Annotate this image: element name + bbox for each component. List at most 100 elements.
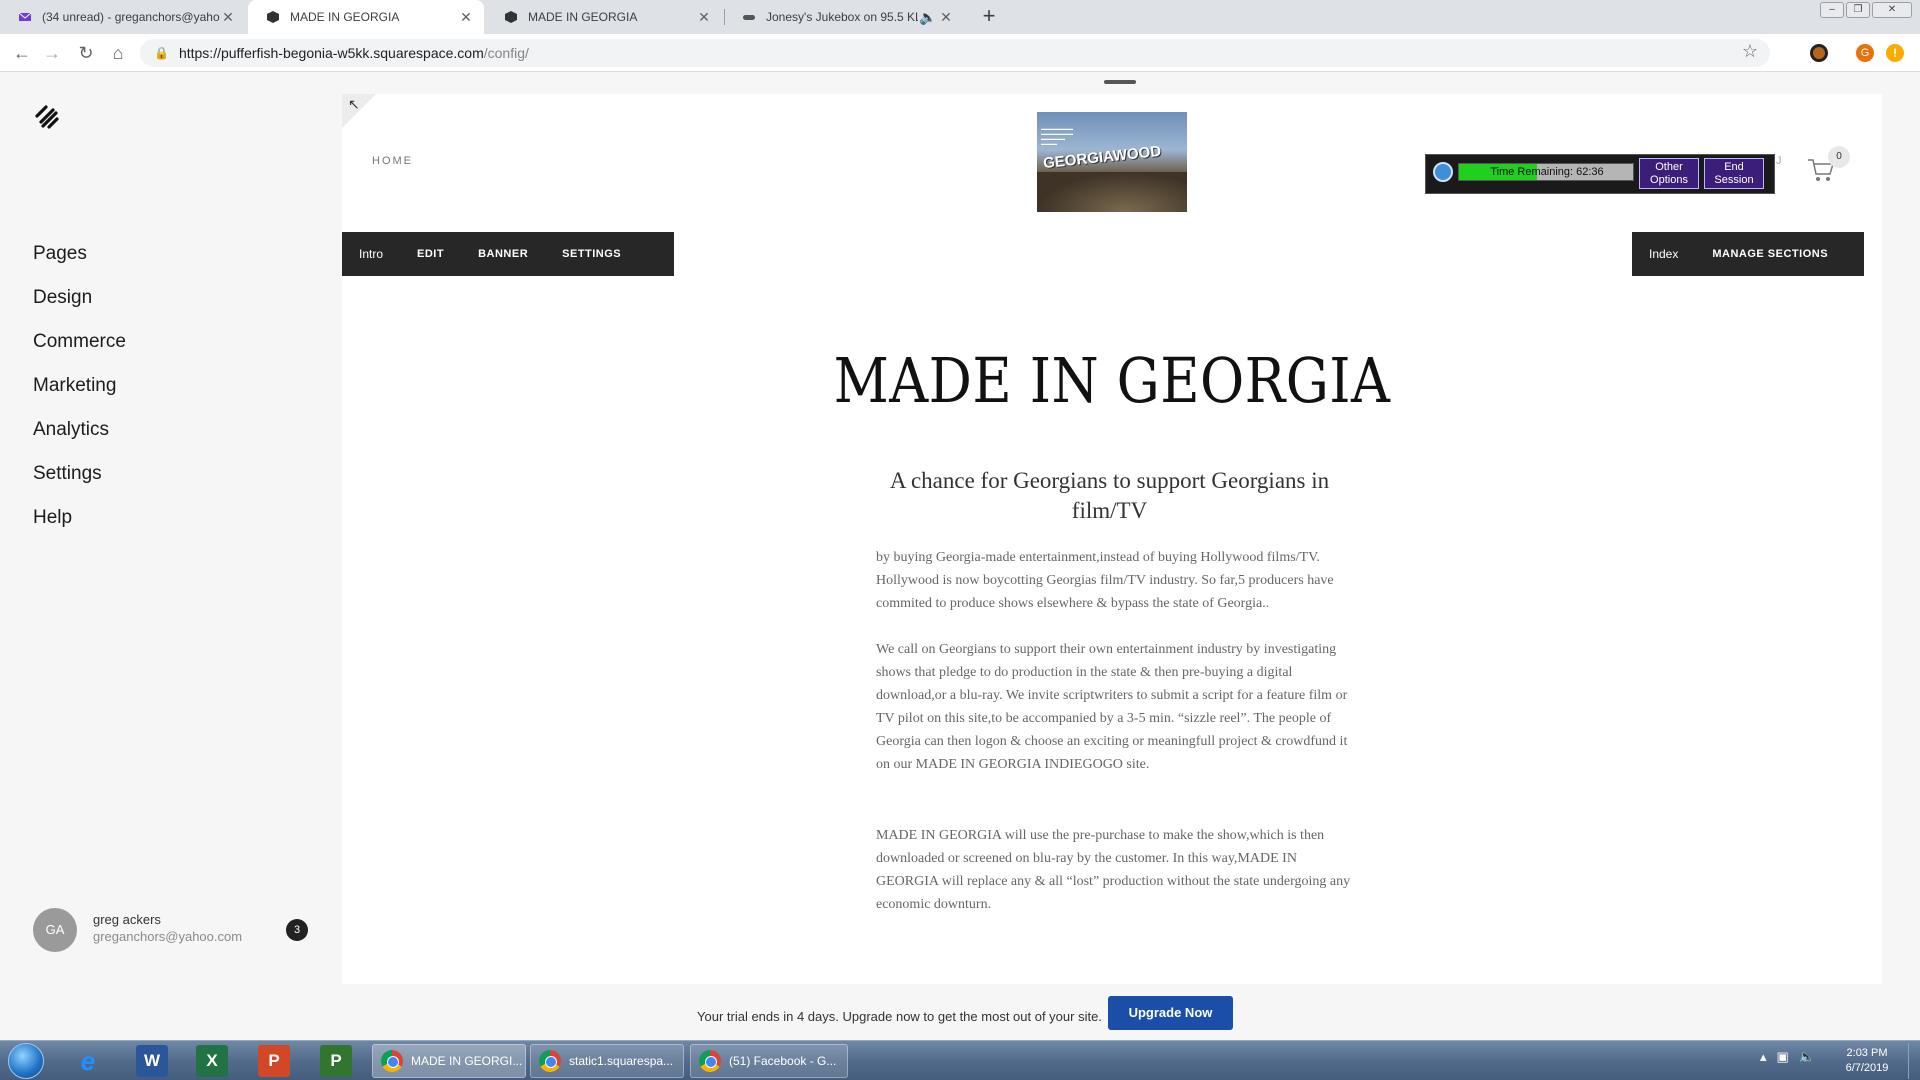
radio-icon [743, 15, 755, 20]
tab-yahoo-mail[interactable]: (34 unread) - greganchors@yahoo ✕ [0, 0, 246, 34]
speaker-icon[interactable]: 🔈 [918, 9, 938, 26]
close-tab-icon[interactable]: ✕ [458, 9, 474, 26]
tab-title: MADE IN GEORGIA [290, 10, 400, 24]
task-label: MADE IN GEORGI... [411, 1054, 523, 1068]
sidebar-item-design[interactable]: Design [33, 276, 126, 320]
tray-expand-icon[interactable]: ▴ [1760, 1049, 1767, 1065]
close-tab-icon[interactable]: ✕ [696, 9, 712, 26]
show-desktop-button[interactable] [1908, 1043, 1920, 1079]
excel-icon[interactable]: X [196, 1045, 228, 1077]
close-tab-icon[interactable]: ✕ [220, 9, 236, 26]
section-edit-toolbar: Intro EDIT BANNER SETTINGS [342, 232, 674, 276]
taskbar-task-facebook[interactable]: (51) Facebook - G... [690, 1044, 848, 1078]
clock-time: 2:03 PM [1846, 1047, 1888, 1059]
sidebar-item-help[interactable]: Help [33, 496, 126, 540]
logo-hill-shape [1037, 172, 1187, 212]
site-logo-image[interactable]: ▬▬▬▬▬▬▬▬ ▬▬▬▬▬▬▬▬ ▬▬▬▬▬▬ ▬▬▬▬ GEORGIAWOOD [1037, 112, 1187, 212]
publisher-icon[interactable]: P [320, 1045, 352, 1077]
minimize-icon[interactable]: – [1820, 2, 1844, 18]
windows-start-icon[interactable] [8, 1043, 44, 1079]
taskbar-task-made-in-georgia[interactable]: MADE IN GEORGI... [372, 1044, 526, 1078]
back-arrow-icon[interactable]: ← [10, 42, 34, 64]
close-window-icon[interactable]: ✕ [1872, 2, 1912, 18]
chrome-menu-icon[interactable]: ! [1886, 44, 1904, 62]
paragraph-2: We call on Georgians to support their ow… [876, 642, 1348, 772]
sidebar-nav: Pages Design Commerce Marketing Analytic… [33, 232, 126, 540]
sidebar-item-analytics[interactable]: Analytics [33, 408, 126, 452]
restore-icon[interactable]: ❐ [1846, 2, 1870, 18]
url-path: /config/ [483, 45, 529, 61]
time-remaining-label: Time Remaining: 62:36 [1490, 166, 1604, 178]
taskbar-task-static1[interactable]: static1.squarespa... [530, 1044, 684, 1078]
squarespace-logo-icon[interactable] [32, 102, 62, 132]
expand-arrow-icon[interactable]: ↖ [348, 96, 360, 113]
bookmark-star-icon[interactable]: ☆ [1742, 41, 1758, 62]
chrome-icon [699, 1050, 721, 1072]
site-nav-partial-text: J [1776, 155, 1782, 167]
squarespace-cube-icon [267, 11, 279, 23]
edit-button[interactable]: EDIT [400, 248, 461, 260]
tab-made-in-georgia[interactable]: MADE IN GEORGIA ✕ [486, 0, 722, 34]
other-options-button[interactable]: Other Options [1639, 158, 1699, 189]
volume-icon[interactable]: 🔈 [1799, 1049, 1815, 1065]
sidebar-item-pages[interactable]: Pages [33, 232, 126, 276]
url-host: https://pufferfish-begonia-w5kk.squaresp… [178, 45, 484, 61]
chrome-icon [381, 1050, 403, 1072]
account-menu[interactable]: GA greg ackers greganchors@yahoo.com 3 [33, 908, 313, 952]
end-session-button[interactable]: End Session [1704, 158, 1764, 189]
paragraph-3: MADE IN GEORGIA will use the pre-purchas… [876, 828, 1351, 912]
network-icon[interactable]: ▣ [1777, 1049, 1789, 1065]
windows-taskbar: e W X P P MADE IN GEORGI... static1.squa… [0, 1040, 1920, 1080]
globe-icon [1433, 162, 1453, 182]
trial-banner: Your trial ends in 4 days. Upgrade now t… [0, 992, 1920, 1040]
reload-icon[interactable]: ↻ [74, 42, 98, 64]
forward-arrow-icon[interactable]: → [40, 42, 64, 64]
browser-tab-bar: (34 unread) - greganchors@yahoo ✕ MADE I… [0, 0, 1920, 34]
close-tab-icon[interactable]: ✕ [938, 9, 954, 26]
extension-icon[interactable] [1810, 44, 1828, 62]
profile-avatar[interactable]: G [1856, 44, 1874, 62]
tab-made-in-georgia-active[interactable]: MADE IN GEORGIA ✕ [248, 0, 484, 34]
index-edit-toolbar: Index MANAGE SECTIONS [1632, 232, 1864, 276]
squarespace-sidebar: Pages Design Commerce Marketing Analytic… [0, 72, 342, 992]
internet-explorer-icon[interactable]: e [72, 1045, 104, 1077]
banner-button[interactable]: BANNER [461, 248, 545, 260]
preview-drag-handle[interactable] [1104, 80, 1136, 84]
powerpoint-icon[interactable]: P [258, 1045, 290, 1077]
index-name: Index [1649, 247, 1679, 261]
sidebar-item-marketing[interactable]: Marketing [33, 364, 126, 408]
user-email: greganchors@yahoo.com [93, 929, 243, 944]
section-name: Intro [359, 247, 384, 261]
tab-title: (34 unread) - greganchors@yahoo [42, 10, 220, 24]
page-title: MADE IN GEORGIA [833, 344, 1391, 417]
new-tab-button[interactable]: + [976, 4, 1002, 30]
cart-count-badge: 0 [1828, 146, 1850, 168]
upgrade-now-button[interactable]: Upgrade Now [1108, 996, 1233, 1030]
squarespace-cube-icon [505, 11, 517, 23]
notification-badge[interactable]: 3 [286, 919, 308, 941]
site-preview-frame: ↖ HOME ▬▬▬▬▬▬▬▬ ▬▬▬▬▬▬▬▬ ▬▬▬▬▬▬ ▬▬▬▬ GEORGI… [342, 94, 1882, 984]
logo-small-text-lines: ▬▬▬▬▬▬▬▬ ▬▬▬▬▬▬▬▬ ▬▬▬▬▬▬ ▬▬▬▬ [1041, 126, 1073, 146]
manage-sections-button[interactable]: MANAGE SECTIONS [1695, 248, 1845, 260]
address-bar[interactable]: 🔒 https://pufferfish-begonia-w5kk.square… [140, 39, 1770, 67]
system-tray: ▴ ▣ 🔈 [1760, 1049, 1815, 1065]
sidebar-item-commerce[interactable]: Commerce [33, 320, 126, 364]
lock-icon: 🔒 [154, 46, 169, 60]
task-label: (51) Facebook - G... [729, 1054, 837, 1068]
mail-icon [18, 12, 32, 21]
paragraph-1: by buying Georgia-made entertainment,ins… [876, 550, 1334, 611]
session-timer-widget: Time Remaining: 62:36 Other Options End … [1425, 154, 1775, 194]
task-label: static1.squarespa... [569, 1054, 674, 1068]
user-name: greg ackers [93, 912, 161, 927]
taskbar-clock[interactable]: 2:03 PM 6/7/2019 [1832, 1046, 1902, 1076]
tab-title: Jonesy's Jukebox on 95.5 KLO [766, 10, 918, 24]
tab-jonesys-jukebox[interactable]: Jonesy's Jukebox on 95.5 KLO 🔈 ✕ [724, 0, 964, 34]
settings-button[interactable]: SETTINGS [545, 248, 638, 260]
word-icon[interactable]: W [136, 1045, 168, 1077]
avatar[interactable]: GA [33, 908, 77, 952]
chrome-icon [539, 1050, 561, 1072]
home-icon[interactable]: ⌂ [106, 42, 130, 64]
sidebar-item-settings[interactable]: Settings [33, 452, 126, 496]
site-nav-home[interactable]: HOME [372, 155, 413, 167]
window-controls: – ❐ ✕ [1820, 2, 1912, 18]
